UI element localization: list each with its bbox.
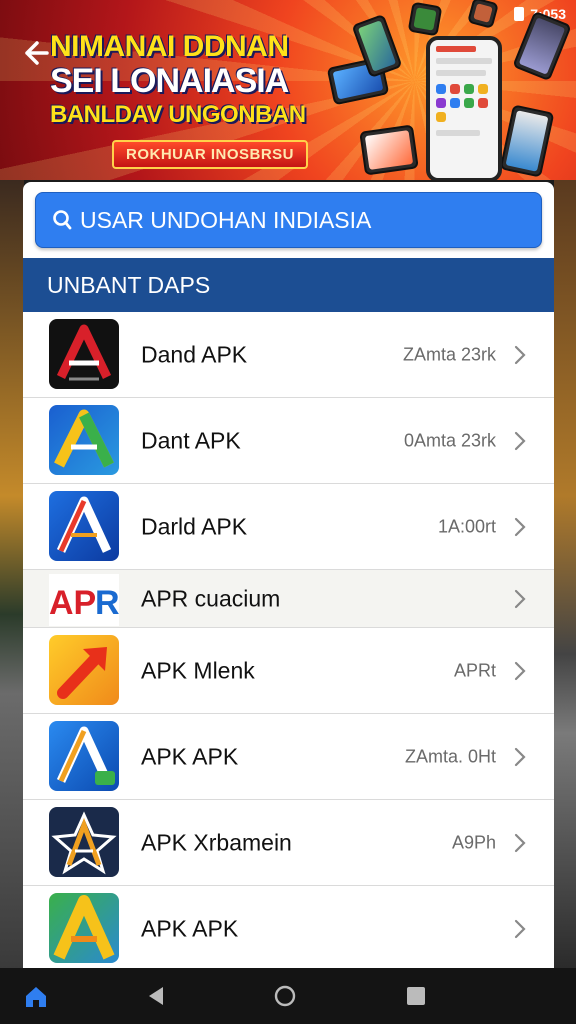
app-name: APK APK [141, 915, 239, 941]
chevron-right-icon [514, 517, 526, 536]
rainbow-a-icon [49, 893, 119, 963]
banner-headline: NIMANAI DDNAN SEI LONAIASIA BANLDAV UNGO… [50, 30, 340, 129]
app-meta: 0Amta 23rk [403, 430, 496, 450]
background-left [0, 180, 24, 970]
blue-a-icon [49, 491, 119, 561]
chevron-right-icon [514, 661, 526, 680]
search-bar[interactable] [35, 192, 542, 248]
dark-a-icon [49, 319, 119, 389]
list-item[interactable]: Dand APK ZAmta 23rk [23, 312, 554, 398]
app-meta: A9Ph [451, 832, 496, 852]
apr-logo-icon: AP R [49, 574, 119, 626]
background-right [554, 180, 576, 970]
battery-icon [514, 7, 525, 21]
home-circle-icon[interactable] [271, 982, 299, 1010]
chevron-right-icon [514, 747, 526, 766]
app-name: Dand APK [141, 341, 248, 367]
phone-illustration-icon [407, 1, 443, 37]
app-list-card: UNBANT DAPS Dand APK ZAmta 23rk [23, 182, 554, 968]
svg-text:AP: AP [49, 584, 96, 622]
chevron-right-icon [514, 589, 526, 608]
headline-line-2: SEI LONAIASIA [50, 62, 289, 100]
list-item[interactable]: APK APK [23, 886, 554, 968]
list-item[interactable]: AP R APR cuacium [23, 570, 554, 628]
app-name: APK Xrbamein [141, 829, 292, 855]
star-a-icon [49, 807, 119, 877]
app-meta: ZAmta. 0Ht [404, 746, 496, 766]
list-item[interactable]: Darld APK 1A:00rt [23, 484, 554, 570]
app-meta: 1A:00rt [437, 516, 496, 536]
orange-arrow-icon [49, 635, 119, 705]
chevron-right-icon [514, 833, 526, 852]
svg-text:R: R [95, 584, 119, 622]
search-icon [53, 210, 72, 230]
promo-banner[interactable]: 7:053 NIMANAI DDNAN SEI LONAIASIA BANLDA… [0, 0, 576, 180]
back-arrow-icon[interactable] [18, 36, 52, 70]
gradient-a-icon [49, 405, 119, 475]
app-name: APK APK [141, 743, 239, 769]
chevron-right-icon [514, 345, 526, 364]
headline-line-3: BANLDAV UNGONBAN [50, 101, 306, 128]
section-title: UNBANT DAPS [47, 271, 211, 298]
phone-illustration-icon [359, 124, 419, 176]
blue-a-badge-icon [49, 721, 119, 791]
home-icon[interactable] [22, 982, 50, 1010]
app-name: Darld APK [141, 513, 248, 539]
app-meta: ZAmta 23rk [402, 344, 496, 364]
section-header: UNBANT DAPS [23, 258, 554, 312]
promo-pill[interactable]: ROKHUAR INOSBRSU [112, 140, 309, 169]
phone-mockup-icon [426, 36, 502, 180]
app-meta: APRt [453, 660, 496, 680]
list-item[interactable]: Dant APK 0Amta 23rk [23, 398, 554, 484]
list-item[interactable]: APK APK ZAmta. 0Ht [23, 714, 554, 800]
recents-icon[interactable] [402, 982, 430, 1010]
chevron-right-icon [514, 431, 526, 450]
back-nav-icon[interactable] [142, 982, 170, 1010]
headline-line-1: NIMANAI DDNAN [50, 30, 289, 63]
app-name: APK Mlenk [141, 657, 255, 683]
system-nav-bar [0, 968, 576, 1024]
list-item[interactable]: APK Mlenk APRt [23, 628, 554, 714]
search-input[interactable] [80, 206, 520, 234]
app-name: Dant APK [141, 427, 241, 453]
chevron-right-icon [514, 919, 526, 938]
list-item[interactable]: APK Xrbamein A9Ph [23, 800, 554, 886]
app-list: Dand APK ZAmta 23rk Dant APK 0Amta 23rk [23, 312, 554, 968]
app-name: APR cuacium [141, 585, 281, 611]
